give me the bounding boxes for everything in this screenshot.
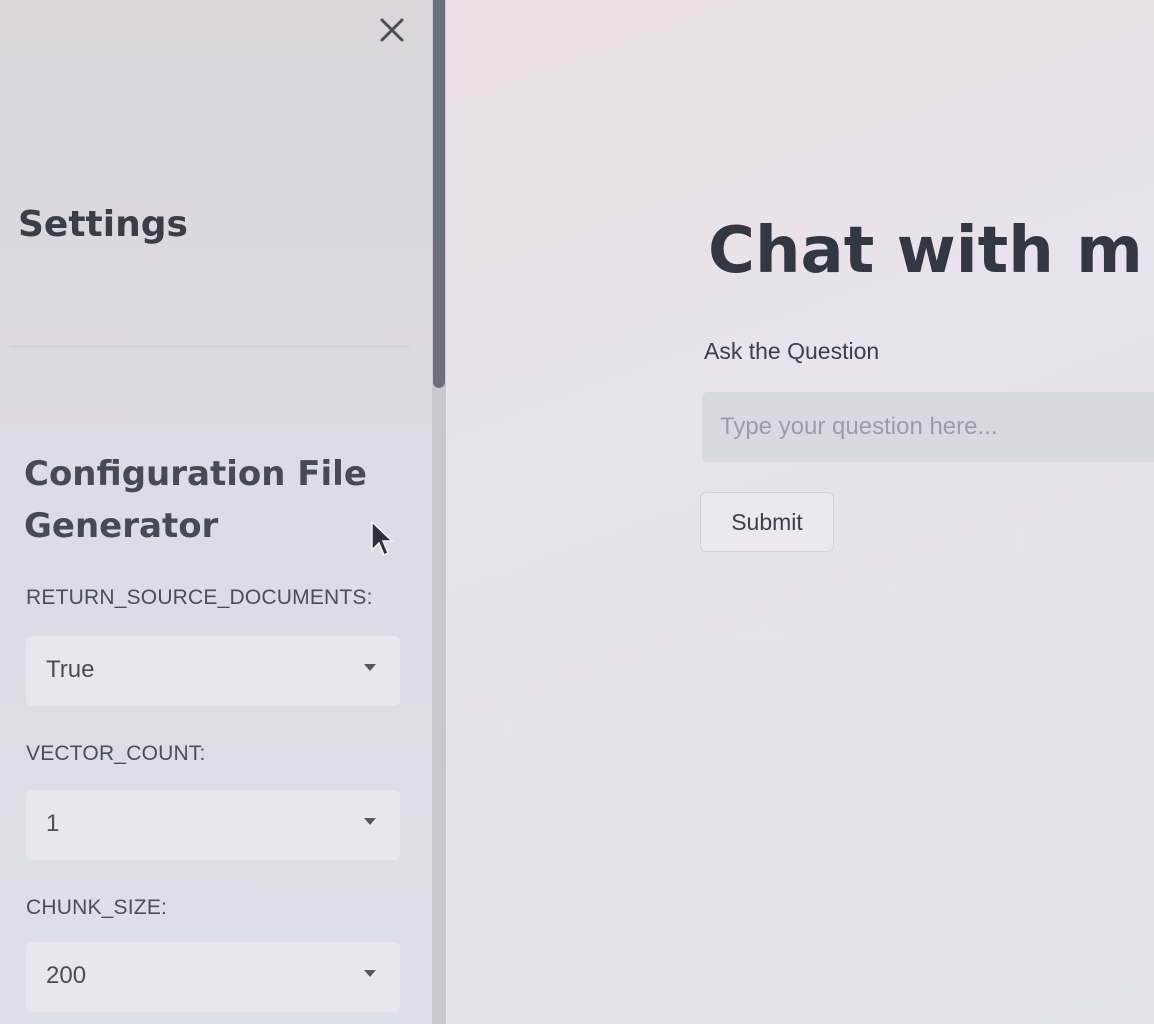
return-source-documents-select[interactable]: True [26,636,400,706]
return-source-documents-label: RETURN_SOURCE_DOCUMENTS: [26,586,373,609]
page-title: Chat with m [708,214,1143,288]
chunk-size-label: CHUNK_SIZE: [26,896,168,919]
scrollbar-thumb[interactable] [433,0,445,388]
return-source-documents-value: True [46,656,95,683]
vector-count-value: 1 [46,810,60,837]
chevron-down-icon [364,818,376,825]
vector-count-label: VECTOR_COUNT: [26,742,206,765]
sidebar: Settings Configuration File Generator RE… [0,0,436,1024]
close-icon[interactable] [372,10,412,50]
chunk-size-value: 200 [46,962,87,989]
sidebar-divider [10,346,410,347]
mouse-cursor-icon [371,520,394,557]
sidebar-scrollbar[interactable] [432,0,446,1024]
vector-count-select[interactable]: 1 [26,790,400,860]
chunk-size-select[interactable]: 200 [26,942,400,1012]
question-input[interactable] [702,392,1154,462]
chevron-down-icon [364,970,376,977]
sidebar-heading: Settings [18,204,188,245]
config-title: Configuration File Generator [24,454,367,546]
question-label: Ask the Question [704,338,880,364]
submit-button[interactable]: Submit [700,492,834,552]
chevron-down-icon [364,664,376,671]
